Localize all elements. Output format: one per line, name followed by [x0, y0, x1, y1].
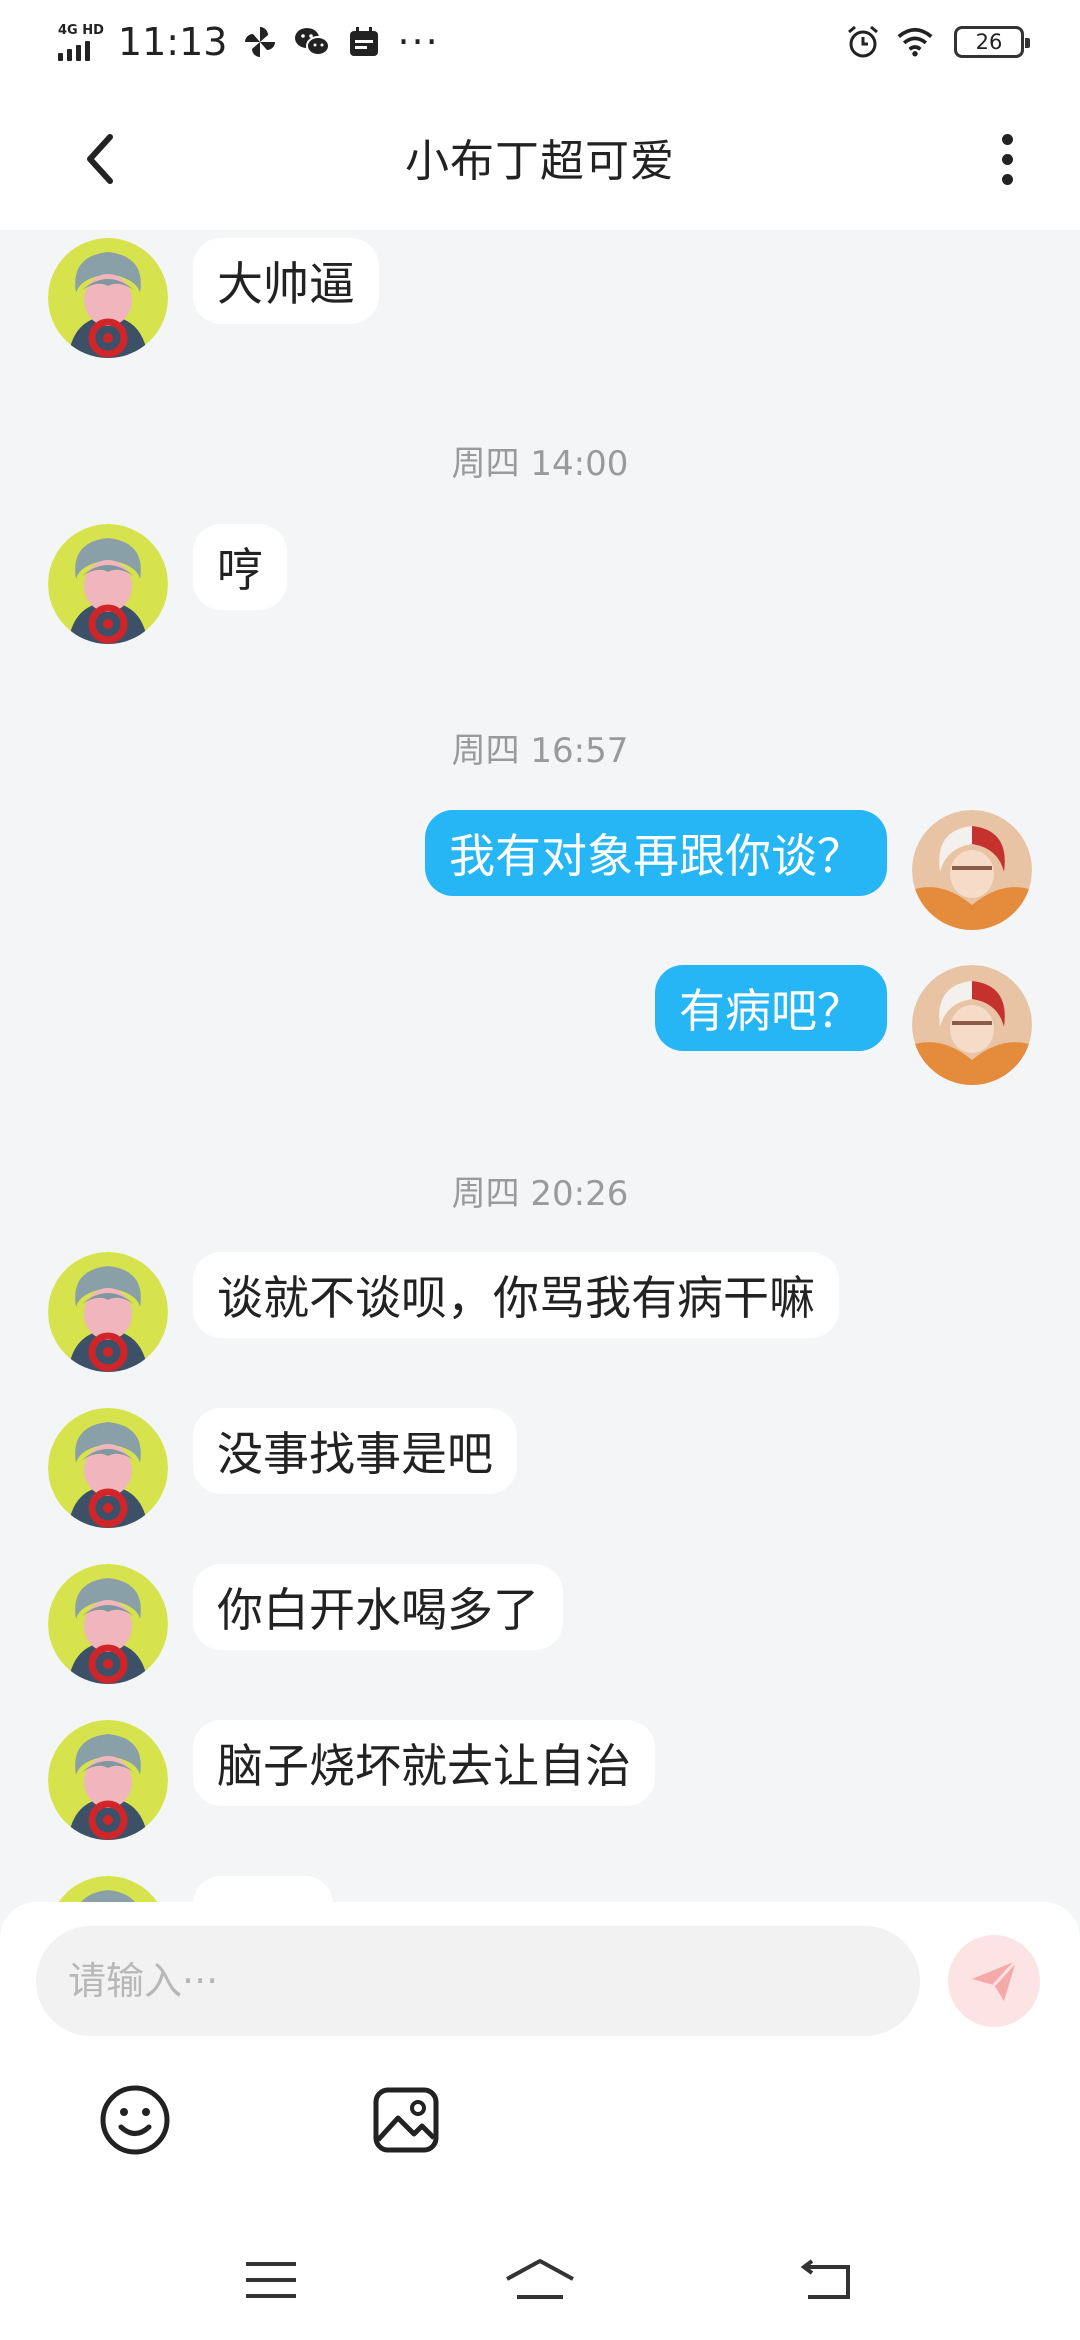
message-list[interactable]: 大帅逼 周四 14:00 哼 周四 16:57 我有对象再跟你谈？ 有病吧？ 周… — [0, 230, 1080, 1902]
status-right: 26 — [844, 23, 1030, 61]
message-bubble-incoming[interactable]: 没事找事是吧 — [193, 1408, 517, 1494]
composer-panel — [0, 1902, 1080, 2340]
contact-avatar[interactable] — [48, 1408, 168, 1528]
battery-level: 26 — [975, 30, 1003, 54]
chevron-left-icon — [87, 134, 113, 184]
alarm-icon — [844, 23, 882, 61]
contact-avatar[interactable] — [48, 1564, 168, 1684]
smiley-icon — [100, 2085, 170, 2155]
signal-bars-icon — [58, 40, 90, 61]
my-avatar[interactable] — [912, 810, 1032, 930]
message-timestamp: 周四 14:00 — [451, 444, 629, 484]
chat-title: 小布丁超可爱 — [405, 136, 675, 187]
wifi-icon — [896, 23, 934, 61]
message-bubble-incoming[interactable]: 你白开水喝多了 — [193, 1564, 563, 1650]
message-bubble-incoming[interactable]: 谈就不谈呗，你骂我有病干嘛 — [193, 1252, 839, 1338]
my-avatar[interactable] — [912, 965, 1032, 1085]
contact-avatar[interactable] — [48, 1252, 168, 1372]
image-picker-button[interactable] — [368, 2082, 444, 2158]
emoji-button[interactable] — [97, 2082, 173, 2158]
message-bubble-incoming[interactable]: 脑子烧坏就去让自治 — [193, 1720, 655, 1806]
home-icon — [506, 2259, 574, 2299]
network-indicator: 4G HD — [58, 22, 104, 61]
pinwheel-icon — [241, 23, 279, 61]
status-time: 11:13 — [117, 20, 228, 64]
more-vertical-icon-dot — [1001, 153, 1013, 165]
system-navigation-bar — [0, 2230, 1080, 2340]
message-bubble-outgoing[interactable]: 我有对象再跟你谈？ — [425, 810, 887, 896]
contact-avatar[interactable] — [48, 1876, 168, 1902]
menu-icon — [246, 2262, 296, 2298]
paper-plane-icon — [972, 1959, 1018, 2001]
chat-screen: 4G HD 11:13 ··· 26 小布丁超可爱 大帅逼 周四 14:00 哼… — [0, 0, 1080, 2340]
network-label: 4G HD — [58, 22, 104, 38]
calendar-icon — [345, 23, 383, 61]
more-notifications-icon: ··· — [397, 20, 440, 64]
recent-apps-button[interactable] — [236, 2250, 306, 2310]
contact-avatar[interactable] — [48, 524, 168, 644]
message-bubble-incoming[interactable] — [193, 1876, 333, 1902]
send-button[interactable] — [948, 1935, 1040, 2027]
contact-avatar[interactable] — [48, 238, 168, 358]
more-vertical-icon-dot — [1001, 173, 1013, 185]
more-vertical-icon-dot — [1001, 133, 1013, 145]
message-bubble-incoming[interactable]: 哼 — [193, 524, 287, 610]
wechat-icon — [293, 23, 331, 61]
more-options-button[interactable] — [982, 124, 1032, 194]
status-bar: 4G HD 11:13 ··· 26 — [0, 0, 1080, 84]
image-icon — [373, 2087, 439, 2153]
back-system-button[interactable] — [790, 2250, 860, 2310]
message-timestamp: 周四 20:26 — [451, 1174, 629, 1214]
message-input[interactable] — [36, 1926, 920, 2036]
contact-avatar[interactable] — [48, 1720, 168, 1840]
header: 小布丁超可爱 — [0, 84, 1080, 230]
message-bubble-outgoing[interactable]: 有病吧？ — [655, 965, 887, 1051]
message-bubble-incoming[interactable]: 大帅逼 — [193, 238, 379, 324]
back-arrow-icon — [800, 2259, 850, 2299]
status-left: 4G HD 11:13 ··· — [58, 20, 440, 64]
back-button[interactable] — [70, 124, 130, 194]
battery-icon: 26 — [954, 26, 1030, 58]
home-button[interactable] — [505, 2250, 575, 2310]
message-timestamp: 周四 16:57 — [451, 731, 629, 771]
